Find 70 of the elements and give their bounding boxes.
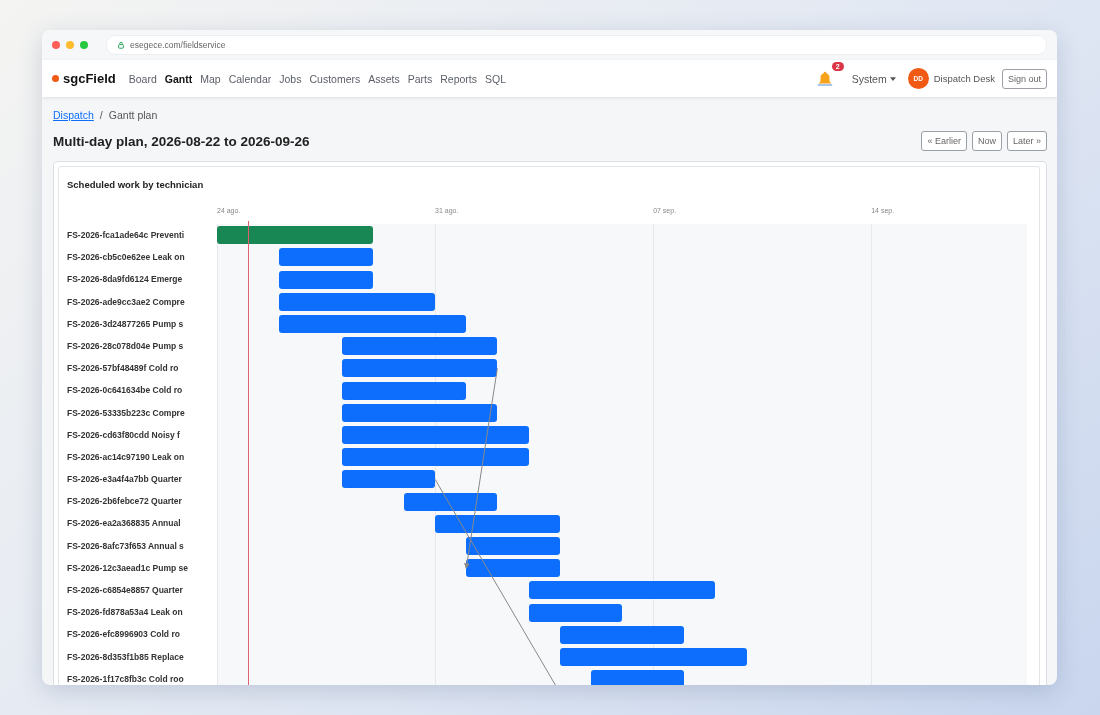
task-label: FS-2026-cd63f80cdd Noisy f [67,428,181,442]
task-label: FS-2026-8afc73f653 Annual s [67,539,185,553]
task-label: FS-2026-2b6febce72 Quarter [67,495,183,509]
task-label: FS-2026-cb5c0e62ee Leak on [67,251,186,265]
task-bar[interactable] [341,403,498,422]
task-bar[interactable] [559,647,747,666]
task-label: FS-2026-57bf48489f Cold ro [67,362,180,376]
task-bar[interactable] [341,470,436,489]
task-label: FS-2026-28c078d04e Pump s [67,339,185,353]
task-bar[interactable] [279,314,467,333]
nav-link[interactable]: Assets [368,72,400,85]
task-label: FS-2026-fd878a53a4 Leak on [67,606,184,620]
task-label: FS-2026-8d353f1b85 Replace [67,650,185,664]
user-name: Dispatch Desk [933,73,995,84]
task-bar[interactable] [279,270,373,289]
caret-icon [889,76,896,81]
task-label: FS-2026-ac14c97190 Leak on [67,450,186,464]
close-icon[interactable] [52,41,60,49]
breadcrumb-separator: / [99,109,103,121]
breadcrumb-link[interactable]: Dispatch [53,109,94,121]
system-menu[interactable]: System [851,72,896,85]
task-label: FS-2026-efc8996903 Cold ro [67,628,181,642]
task-bar[interactable] [217,226,373,245]
nav-link[interactable]: Reports [440,72,477,85]
nav-link[interactable]: Parts [407,72,433,85]
task-bar[interactable] [341,425,529,444]
task-label: FS-2026-53335b223c Compre [67,406,186,420]
nav-link[interactable]: SQL [485,72,507,85]
nav-link[interactable]: Customers [309,72,361,85]
card-title: Scheduled work by technician [67,179,205,190]
task-label: FS-2026-e3a4f4a7bb Quarter [67,473,183,487]
address-bar[interactable]: esegece.com/fieldservice [106,35,1047,55]
pager-button[interactable]: Later » [1006,131,1047,151]
task-bar[interactable] [528,603,622,622]
logo-icon [52,75,59,82]
task-label: FS-2026-c6854e8857 Quarter [67,584,184,597]
task-bar[interactable] [341,381,467,400]
nav-link[interactable]: Jobs [279,72,302,85]
task-bar[interactable] [279,248,373,267]
nav-link[interactable]: Board [128,72,157,85]
pager-button[interactable]: « Earlier [921,131,967,151]
task-bar[interactable] [435,514,560,533]
task-label: FS-2026-ea2a368835 Annual [67,517,182,531]
task-label: FS-2026-12c3aead1c Pump se [67,561,189,575]
url-text: esegece.com/fieldservice [130,40,226,50]
brand-name[interactable]: sgcField [63,71,116,86]
nav-link[interactable]: Gantt [164,72,193,85]
task-bar[interactable] [466,559,560,578]
task-bar[interactable] [528,581,716,600]
task-bar[interactable] [590,670,685,685]
pager-button[interactable]: Now [971,131,1002,151]
task-bar[interactable] [279,292,436,311]
task-bar[interactable] [559,625,685,644]
task-bar[interactable] [341,337,498,356]
breadcrumb-current: Gantt plan [108,109,158,121]
task-label: FS-2026-ade9cc3ae2 Compre [67,295,186,309]
nav-link[interactable]: Map [200,72,221,85]
task-label: FS-2026-3d24877265 Pump s [67,317,185,331]
lock-icon [117,41,125,49]
task-bar[interactable] [341,359,498,378]
task-bar[interactable] [403,492,498,511]
task-label: FS-2026-8da9fd6124 Emerge [67,273,184,287]
task-label: FS-2026-1f17c8fb3c Cold roo [67,672,185,685]
task-bar[interactable] [341,448,529,467]
task-bar[interactable] [466,536,560,555]
task-label: FS-2026-0c641634be Cold ro [67,384,184,398]
page-title: Multi-day plan, 2026-08-22 to 2026-09-26 [53,133,310,149]
sign-out-button[interactable]: Sign out [1001,68,1047,89]
task-label: FS-2026-fca1ade64c Preventi [67,229,186,242]
nav-link[interactable]: Calendar [228,72,272,85]
